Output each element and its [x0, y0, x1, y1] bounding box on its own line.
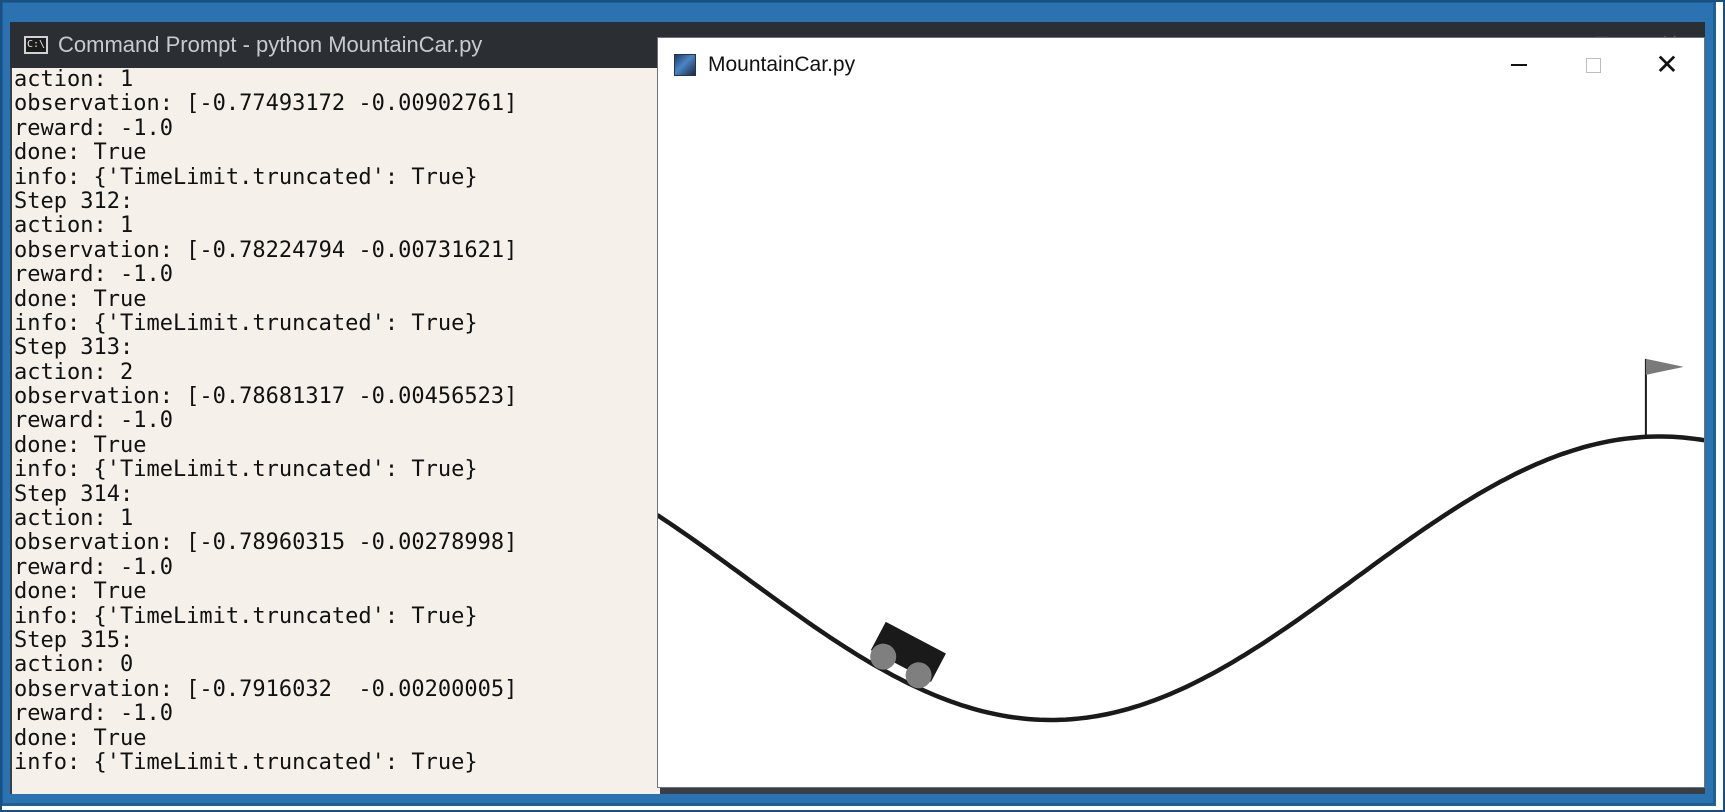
console-line: reward: -1.0 [14, 408, 173, 434]
python-app-icon [674, 54, 696, 76]
console-line: info: {'TimeLimit.truncated': True} [14, 749, 478, 775]
goal-flag [1645, 358, 1684, 375]
console-line: action: 1 [14, 213, 134, 239]
console-line: done: True [14, 140, 147, 166]
console-app-icon: C:\ [24, 36, 48, 54]
console-line: observation: [-0.78960315 -0.00278998] [14, 530, 518, 556]
console-line: observation: [-0.7916032 -0.00200005] [14, 676, 518, 702]
console-line: action: 0 [14, 652, 134, 678]
console-line: reward: -1.0 [14, 115, 173, 141]
maximize-icon [1585, 57, 1601, 73]
console-line: info: {'TimeLimit.truncated': True} [14, 603, 478, 629]
mountaincar-window[interactable]: MountainCar.py ✕ [657, 37, 1705, 788]
console-line: Step 315: [14, 627, 134, 653]
console-line: action: 2 [14, 359, 134, 385]
console-line: done: True [14, 432, 147, 458]
console-output[interactable]: action: 1 observation: [-0.77493172 -0.00… [12, 68, 660, 794]
console-line: done: True [14, 579, 147, 605]
console-line: Step 312: [14, 188, 134, 214]
console-line: action: 1 [14, 506, 134, 532]
console-line: Step 314: [14, 481, 134, 507]
console-line: reward: -1.0 [14, 701, 173, 727]
console-line: done: True [14, 725, 147, 751]
close-icon: ✕ [1655, 48, 1679, 81]
mountaincar-titlebar[interactable]: MountainCar.py ✕ [658, 38, 1704, 92]
console-line: observation: [-0.78681317 -0.00456523] [14, 384, 518, 410]
minimize-button[interactable] [1484, 38, 1554, 92]
maximize-button[interactable] [1558, 38, 1628, 92]
console-line: info: {'TimeLimit.truncated': True} [14, 457, 478, 483]
console-line: reward: -1.0 [14, 554, 173, 580]
console-line: observation: [-0.78224794 -0.00731621] [14, 237, 518, 263]
console-line: observation: [-0.77493172 -0.00902761] [14, 91, 518, 117]
mountaincar-window-title: MountainCar.py [708, 53, 856, 76]
console-line: action: 1 [14, 68, 134, 92]
close-button[interactable]: ✕ [1632, 38, 1702, 92]
console-line: info: {'TimeLimit.truncated': True} [14, 164, 478, 190]
mountaincar-render [658, 358, 1704, 723]
console-line: done: True [14, 286, 147, 312]
console-line: Step 313: [14, 335, 134, 361]
minimize-icon [1511, 64, 1527, 66]
console-line: reward: -1.0 [14, 262, 173, 288]
console-line: info: {'TimeLimit.truncated': True} [14, 310, 478, 336]
mountain-track [658, 434, 1704, 723]
cmd-window-title: Command Prompt - python MountainCar.py [58, 32, 483, 57]
